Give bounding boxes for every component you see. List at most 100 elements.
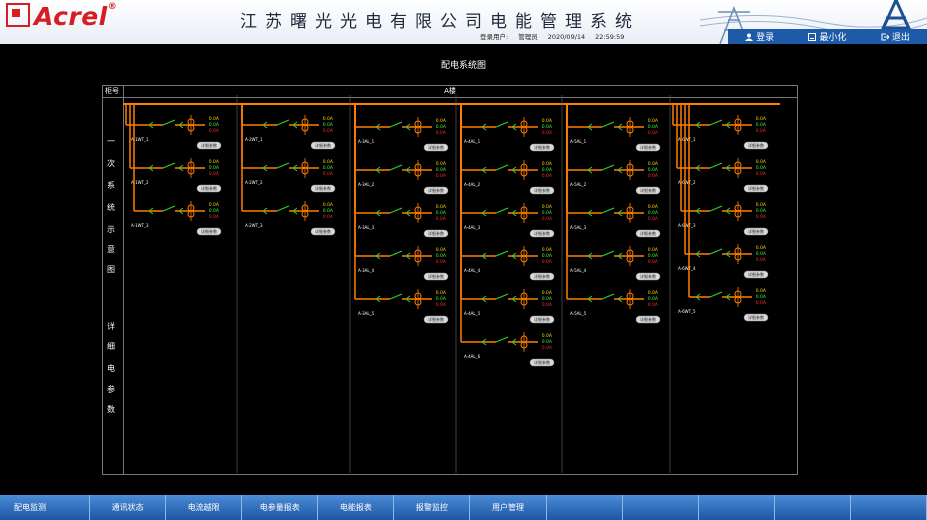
- detail-button-label: 详细参数: [748, 314, 764, 320]
- current-reading-c: 0.0A: [436, 130, 447, 136]
- feeder-name: A-4AL_4: [464, 268, 481, 273]
- detail-button-label: 详细参数: [748, 142, 764, 148]
- breaker-switch: [709, 248, 723, 255]
- feeder-name: A-6WT_5: [678, 309, 696, 314]
- feeder-name: A-1WT_3: [131, 223, 149, 228]
- nav-item-empty[interactable]: [850, 495, 927, 520]
- current-reading-c: 0.0A: [436, 216, 447, 222]
- current-reading-a: 0.0A: [323, 116, 334, 122]
- detail-button-label: 详细参数: [534, 187, 550, 193]
- current-reading-a: 0.0A: [756, 116, 767, 122]
- current-reading-c: 0.0A: [756, 128, 767, 134]
- current-reading-a: 0.0A: [436, 247, 447, 253]
- detail-button-label: 详细参数: [428, 316, 444, 322]
- nav-item[interactable]: 用户管理: [470, 495, 547, 520]
- nav-item[interactable]: 通讯状态: [90, 495, 167, 520]
- current-reading-b: 0.0A: [323, 165, 334, 171]
- breaker-switch: [495, 336, 509, 343]
- feeder-name: A-3AL_2: [358, 182, 375, 187]
- nav-item-empty[interactable]: [698, 495, 775, 520]
- nav-item-empty[interactable]: [622, 495, 699, 520]
- current-reading-c: 0.0A: [323, 128, 334, 134]
- current-reading-b: 0.0A: [209, 208, 220, 214]
- feeder-name: A-5AL_2: [570, 182, 587, 187]
- feeder-name: A-5AL_4: [570, 268, 587, 273]
- breaker-switch: [601, 121, 615, 128]
- current-reading-c: 0.0A: [436, 259, 447, 265]
- breaker-switch: [495, 207, 509, 214]
- current-reading-a: 0.0A: [756, 288, 767, 294]
- current-reading-b: 0.0A: [756, 251, 767, 257]
- detail-button-label: 详细参数: [748, 185, 764, 191]
- current-reading-c: 0.0A: [648, 302, 659, 308]
- current-reading-b: 0.0A: [436, 124, 447, 130]
- current-reading-c: 0.0A: [542, 259, 553, 265]
- breaker-switch: [276, 205, 290, 212]
- nav-item[interactable]: 配电监测: [0, 495, 91, 520]
- detail-button-label: 详细参数: [748, 228, 764, 234]
- current-reading-b: 0.0A: [436, 253, 447, 259]
- current-reading-a: 0.0A: [756, 202, 767, 208]
- detail-button-label: 详细参数: [534, 273, 550, 279]
- current-reading-a: 0.0A: [542, 161, 553, 167]
- detail-button-label: 详细参数: [640, 230, 656, 236]
- current-reading-b: 0.0A: [756, 208, 767, 214]
- bottom-nav: 配电监测 通讯状态 电流越限 电参量报表 电能报表 报警监控 用户管理: [0, 495, 927, 520]
- current-reading-c: 0.0A: [648, 173, 659, 179]
- detail-button-label: 详细参数: [640, 144, 656, 150]
- feeder-name: A-3AL_5: [358, 311, 375, 316]
- current-reading-b: 0.0A: [323, 122, 334, 128]
- feeder-name: A-3AL_3: [358, 225, 375, 230]
- current-reading-b: 0.0A: [209, 165, 220, 171]
- current-reading-b: 0.0A: [209, 122, 220, 128]
- current-reading-b: 0.0A: [756, 165, 767, 171]
- breaker-switch: [495, 164, 509, 171]
- feeder-name: A-5AL_5: [570, 311, 587, 316]
- detail-button-label: 详细参数: [315, 185, 331, 191]
- current-reading-c: 0.0A: [209, 171, 220, 177]
- current-reading-c: 0.0A: [323, 171, 334, 177]
- breaker-switch: [495, 121, 509, 128]
- nav-item[interactable]: 电参量报表: [242, 495, 319, 520]
- feeder-name: A-3AL_4: [358, 268, 375, 273]
- current-reading-b: 0.0A: [436, 210, 447, 216]
- current-reading-c: 0.0A: [209, 214, 220, 220]
- nav-item[interactable]: 报警监控: [394, 495, 471, 520]
- feeder-name: A-2WT_1: [245, 137, 263, 142]
- nav-item-empty[interactable]: [774, 495, 851, 520]
- current-reading-b: 0.0A: [648, 167, 659, 173]
- current-reading-b: 0.0A: [323, 208, 334, 214]
- current-reading-b: 0.0A: [542, 210, 553, 216]
- current-reading-c: 0.0A: [648, 130, 659, 136]
- current-reading-c: 0.0A: [323, 214, 334, 220]
- current-reading-c: 0.0A: [756, 257, 767, 263]
- feeder-name: A-4AL_6: [464, 354, 481, 359]
- current-reading-a: 0.0A: [323, 202, 334, 208]
- nav-item-empty[interactable]: [546, 495, 623, 520]
- detail-button-label: 详细参数: [428, 144, 444, 150]
- detail-button-label: 详细参数: [428, 187, 444, 193]
- current-reading-c: 0.0A: [209, 128, 220, 134]
- nav-item[interactable]: 电流越限: [166, 495, 243, 520]
- current-reading-c: 0.0A: [542, 345, 553, 351]
- current-reading-c: 0.0A: [648, 259, 659, 265]
- detail-button-label: 详细参数: [201, 228, 217, 234]
- breaker-switch: [389, 207, 403, 214]
- current-reading-b: 0.0A: [542, 339, 553, 345]
- breaker-switch: [709, 291, 723, 298]
- current-reading-a: 0.0A: [756, 245, 767, 251]
- breaker-switch: [495, 293, 509, 300]
- current-reading-c: 0.0A: [542, 130, 553, 136]
- feeder-name: A-4AL_5: [464, 311, 481, 316]
- breaker-switch: [601, 293, 615, 300]
- breaker-switch: [389, 121, 403, 128]
- detail-button-label: 详细参数: [428, 230, 444, 236]
- breaker-switch: [389, 250, 403, 257]
- nav-item[interactable]: 电能报表: [318, 495, 395, 520]
- breaker-switch: [601, 164, 615, 171]
- current-reading-a: 0.0A: [648, 118, 659, 124]
- breaker-switch: [495, 250, 509, 257]
- detail-button-label: 详细参数: [534, 359, 550, 365]
- feeder-name: A-2WT_2: [245, 180, 263, 185]
- detail-button-label: 详细参数: [748, 271, 764, 277]
